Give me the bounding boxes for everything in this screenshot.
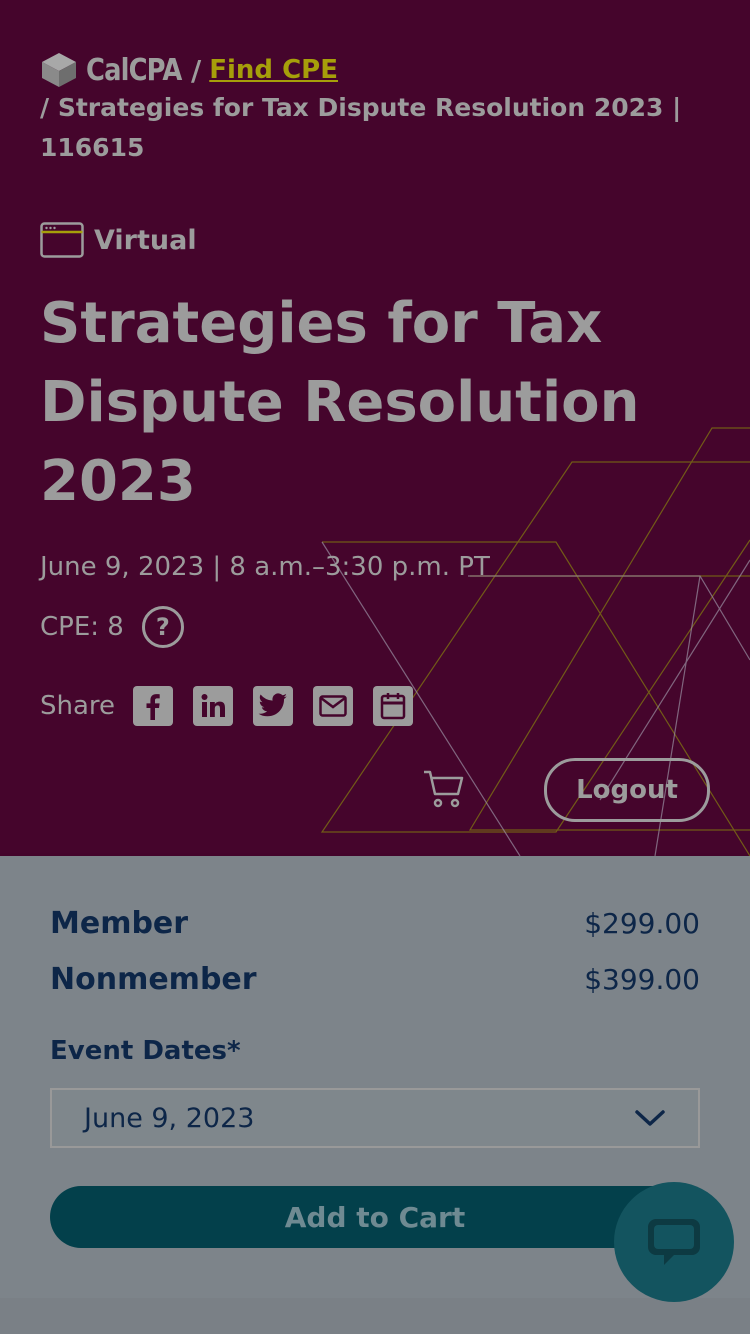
twitter-icon[interactable] (253, 686, 294, 726)
event-hero: CalCPA / Find CPE / Strategies for Tax D… (0, 0, 750, 856)
help-icon[interactable]: ? (141, 606, 184, 648)
breadcrumb-current: / Strategies for Tax Dispute Resolution … (40, 93, 682, 162)
chat-icon[interactable] (614, 1182, 734, 1302)
browser-window-icon (40, 222, 84, 258)
add-to-cart-button[interactable]: Add to Cart (50, 1186, 700, 1248)
facebook-icon[interactable] (133, 686, 174, 726)
page-bottom (0, 1298, 750, 1334)
brand-name: CalCPA (86, 52, 182, 88)
chevron-down-icon (635, 1110, 665, 1126)
nonmember-price: $399.00 (584, 963, 700, 996)
format-label: Virtual (94, 224, 197, 256)
find-cpe-link[interactable]: Find CPE (209, 55, 338, 85)
event-title: Strategies for Tax Dispute Resolution 20… (40, 291, 640, 514)
event-dates-label: Event Dates* (50, 1036, 241, 1066)
calcpa-logo[interactable]: CalCPA (40, 51, 197, 89)
event-format: Virtual (40, 222, 197, 258)
selected-date: June 9, 2023 (84, 1102, 255, 1134)
event-date-time: June 9, 2023 | 8 a.m.–3:30 p.m. PT (40, 552, 490, 582)
breadcrumb-separator: / (191, 53, 202, 87)
logout-button[interactable]: Logout (544, 758, 710, 822)
share-label: Share (40, 691, 116, 721)
event-date-select[interactable]: June 9, 2023 (50, 1088, 700, 1148)
calendar-icon[interactable] (373, 686, 414, 726)
member-price-row: Member $299.00 (50, 906, 700, 941)
cpe-credits: CPE: 8 ? (40, 606, 184, 648)
share-bar: Share (40, 686, 433, 726)
nonmember-label: Nonmember (50, 962, 257, 997)
cart-icon[interactable] (422, 766, 466, 814)
nonmember-price-row: Nonmember $399.00 (50, 962, 700, 997)
linkedin-icon[interactable] (193, 686, 234, 726)
member-label: Member (50, 906, 189, 941)
breadcrumb: CalCPA / Find CPE (40, 50, 338, 90)
member-price: $299.00 (584, 907, 700, 940)
cpe-label: CPE: 8 (40, 612, 124, 642)
email-icon[interactable] (313, 686, 354, 726)
calcpa-cube-icon (42, 53, 76, 87)
